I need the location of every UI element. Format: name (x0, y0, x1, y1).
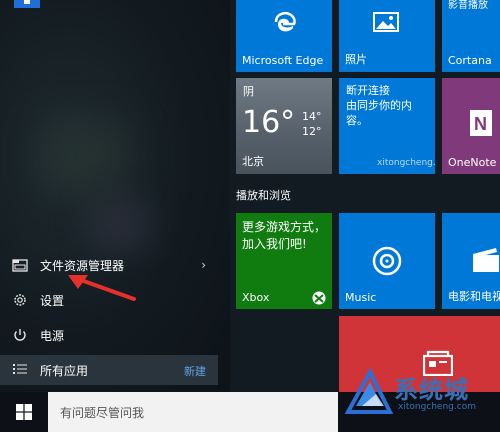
watermark-text: 系统城 (394, 376, 469, 404)
tile-movies-tv[interactable]: 电影和电视 (442, 213, 500, 309)
windows-logo-icon (16, 404, 32, 420)
tile-label: Music (345, 291, 377, 304)
tile-label: Xbox (242, 291, 270, 304)
menu-item-power[interactable]: 电源 (0, 320, 218, 350)
xitongcheng-logo-icon (344, 367, 394, 414)
photos-icon (373, 12, 399, 32)
file-explorer-icon (0, 258, 40, 272)
tile-label: Cortana (448, 54, 492, 67)
search-box[interactable]: 有问题尽管问我 (48, 392, 338, 432)
tile-xbox[interactable]: 更多游戏方式，加入我们吧! Xbox (236, 213, 332, 309)
tile-news[interactable]: 断开连接 由同步你的内容。 xitongcheng.com (339, 78, 435, 174)
menu-item-all-apps[interactable]: 所有应用 新建 (0, 355, 218, 385)
new-badge: 新建 (184, 365, 206, 378)
search-placeholder: 有问题尽管问我 (60, 406, 145, 420)
chevron-right-icon[interactable]: › (201, 258, 206, 272)
film-icon (473, 248, 499, 272)
blurred-background (90, 200, 150, 250)
tile-label: OneNote (448, 156, 497, 169)
gear-icon (0, 292, 40, 308)
svg-text:N: N (474, 114, 487, 134)
xbox-icon (312, 291, 326, 305)
tile-label: 电影和电视 (448, 290, 500, 303)
taskbar: 有问题尽管问我 系统城 xitongcheng.com (0, 367, 500, 432)
weather-low: 12° (302, 125, 322, 138)
tile-partial-text: 影音播放 (448, 0, 488, 11)
tile-music[interactable]: Music (339, 213, 435, 309)
tile-onenote[interactable]: N OneNote (442, 78, 500, 174)
music-icon (372, 246, 402, 276)
watermark-text: xitongcheng.com (377, 158, 435, 168)
onenote-icon: N (470, 110, 492, 136)
news-body: 由同步你的内容。 (346, 99, 412, 127)
weather-city: 北京 (242, 155, 264, 168)
blurred-background (40, 120, 130, 190)
menu-item-label: 设置 (40, 293, 65, 308)
tile-weather[interactable]: 阴 16° 14° 12° 北京 (236, 78, 332, 174)
tile-cortana[interactable]: 影音播放 Cortana (442, 0, 500, 72)
tile-microsoft-edge[interactable]: Microsoft Edge (236, 0, 332, 72)
news-title: 断开连接 (346, 84, 390, 97)
start-menu-left-pane: 文件资源管理器 › 设置 电源 所有应用 新建 (0, 0, 230, 392)
power-icon (0, 327, 40, 343)
start-button[interactable] (0, 392, 48, 432)
weather-temp: 16° (242, 105, 296, 140)
all-apps-icon (0, 363, 40, 377)
weather-high: 14° (302, 110, 322, 123)
app-icon-partial[interactable] (14, 0, 40, 8)
xbox-promo: 更多游戏方式，加入我们吧! (242, 220, 327, 251)
watermark-url: xitongcheng.com (398, 402, 476, 412)
annotation-arrow-icon (68, 275, 136, 301)
watermark-logo: 系统城 xitongcheng.com (338, 367, 500, 432)
tile-label: 照片 (345, 53, 367, 66)
edge-icon (274, 12, 296, 32)
menu-item-label: 所有应用 (40, 363, 89, 378)
tile-group-title: 播放和浏览 (236, 189, 291, 202)
tile-label: Microsoft Edge (242, 54, 324, 67)
weather-condition: 阴 (243, 85, 254, 98)
tile-photos[interactable]: 照片 (339, 0, 435, 72)
menu-item-label: 电源 (40, 328, 65, 343)
